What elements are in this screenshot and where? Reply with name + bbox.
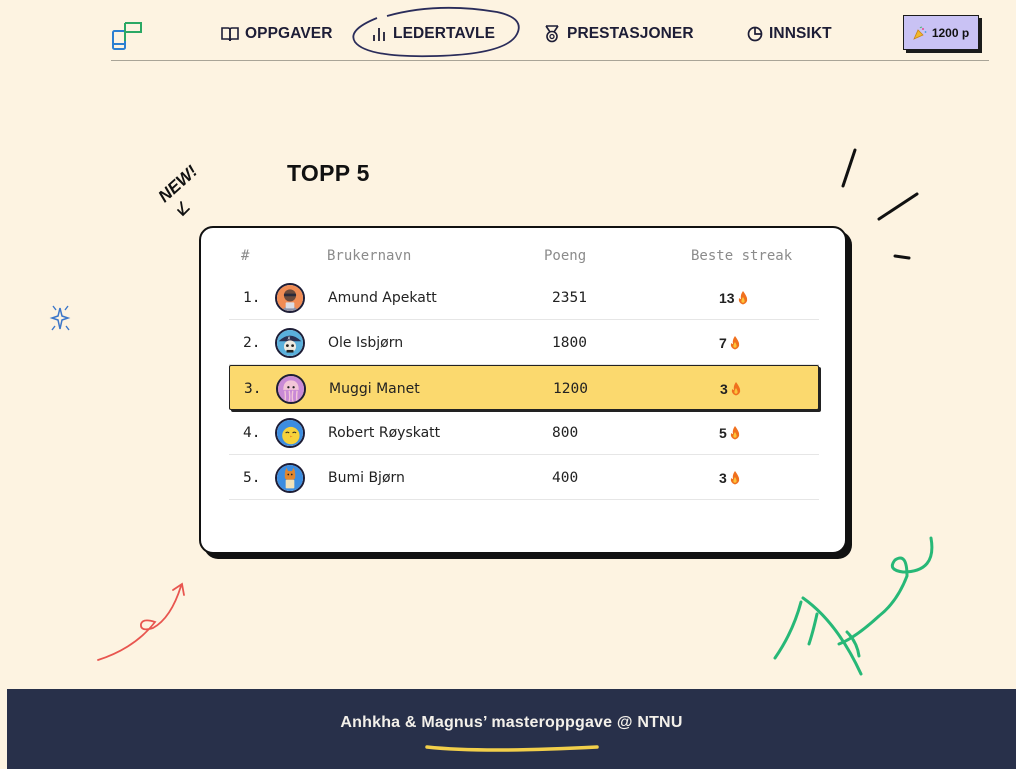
points: 1200 — [553, 380, 588, 397]
column-header-rank: # — [241, 248, 250, 264]
page: OPPGAVER LEDERTAVLE PRESTASJONER INNSIKT… — [7, 0, 1016, 769]
avatar-cell — [275, 410, 305, 455]
arrow-doodle — [97, 582, 185, 661]
party-popper-icon — [913, 26, 927, 40]
flame-icon — [730, 470, 739, 484]
nav-label: LEDERTAVLE — [393, 25, 496, 42]
username: Robert Røyskatt — [328, 424, 441, 441]
pie-chart-icon — [747, 26, 763, 42]
table-row: 5. Bumi Bjørn 400 3 — [229, 455, 819, 500]
leaderboard-card: # Brukernavn Poeng Beste streak 1. Amund… — [199, 226, 847, 554]
book-icon — [221, 27, 239, 42]
avatar-cell: x — [275, 320, 305, 365]
rank: 2. — [243, 334, 261, 351]
rank: 1. — [243, 289, 261, 306]
nav-item-oppgaver[interactable]: OPPGAVER — [221, 16, 333, 52]
table-row: 1. Amund Apekatt 2351 13 — [229, 275, 819, 320]
rank: 5. — [243, 469, 261, 486]
leaderboard-title: TOPP 5 — [287, 160, 370, 186]
points-label: 1200 p — [931, 25, 970, 40]
streak-value: 13 — [719, 289, 735, 306]
pirate-skull-avatar: x — [275, 327, 305, 358]
leaf-doodle — [773, 536, 934, 676]
flame-icon — [730, 425, 739, 439]
jellyfish-avatar — [276, 373, 306, 404]
streak: 13 — [719, 275, 749, 320]
streak: 5 — [719, 410, 741, 455]
footer: Anhkha & Magnus’ masteroppgave @ NTNU — [7, 689, 1016, 769]
bar-chart-icon — [373, 28, 385, 41]
nav-item-ledertavle[interactable]: LEDERTAVLE — [371, 16, 495, 52]
footer-underline — [425, 745, 599, 752]
nav-item-innsikt[interactable]: INNSIKT — [747, 16, 832, 52]
table-header: # Brukernavn Poeng Beste streak — [201, 248, 845, 268]
streak: 7 — [719, 320, 741, 365]
new-badge-doodle: NEW! — [155, 161, 202, 217]
table-row-current-user: 3. Muggi Manet 1200 3 — [229, 365, 819, 410]
streak-value: 3 — [720, 380, 728, 397]
monkey-avatar — [275, 282, 305, 313]
flame-icon — [731, 381, 740, 395]
nav-label: PRESTASJONER — [567, 25, 694, 42]
leaderboard-rows: 1. Amund Apekatt 2351 13 2. x Ole Isbjør… — [229, 275, 819, 500]
points: 400 — [552, 469, 579, 486]
table-row: 2. x Ole Isbjørn 1800 7 — [229, 320, 819, 365]
streak-value: 3 — [719, 469, 727, 486]
header-divider — [111, 60, 989, 61]
nav-label: INNSIKT — [769, 25, 832, 42]
fox-avatar — [275, 462, 305, 493]
flame-icon — [738, 290, 747, 304]
points-button[interactable]: 1200 p — [903, 15, 979, 50]
footer-text: Anhkha & Magnus’ masteroppgave @ NTNU — [340, 714, 683, 731]
sparkle-icon — [49, 305, 71, 331]
streak: 3 — [719, 455, 741, 500]
nav-label: OPPGAVER — [245, 25, 333, 42]
logo-icon[interactable] — [111, 19, 145, 53]
username: Ole Isbjørn — [328, 334, 404, 351]
nav-item-prestasjoner[interactable]: PRESTASJONER — [543, 16, 694, 52]
rank: 4. — [243, 424, 261, 441]
streak-value: 5 — [719, 424, 727, 441]
avatar-cell — [275, 275, 305, 320]
table-row: 4. Robert Røyskatt 800 5 — [229, 410, 819, 455]
streak: 3 — [720, 366, 742, 411]
flame-icon — [730, 335, 739, 349]
points: 1800 — [552, 334, 587, 351]
streak-value: 7 — [719, 334, 727, 351]
column-header-best-streak: Beste streak — [691, 248, 793, 264]
username: Muggi Manet — [329, 380, 420, 397]
points: 800 — [552, 424, 579, 441]
points: 2351 — [552, 289, 587, 306]
username: Bumi Bjørn — [328, 469, 405, 486]
avatar-cell — [276, 366, 306, 411]
rank: 3. — [244, 380, 262, 397]
chick-avatar — [275, 417, 305, 448]
avatar-cell — [275, 455, 305, 500]
column-header-points: Poeng — [544, 248, 587, 264]
medal-icon — [545, 25, 559, 43]
column-header-username: Brukernavn — [327, 248, 412, 264]
username: Amund Apekatt — [328, 289, 437, 306]
new-badge-text: NEW! — [155, 161, 202, 206]
